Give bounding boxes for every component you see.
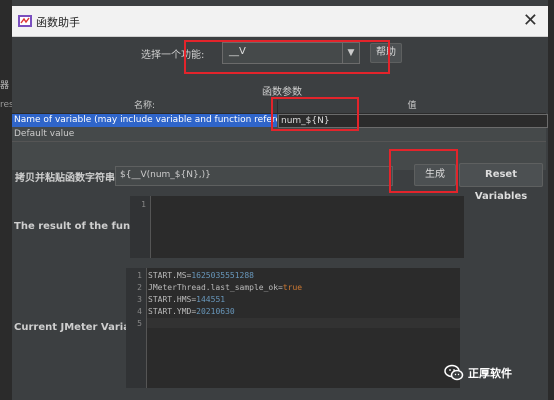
title-bar[interactable]: 函数助手 ✕ (12, 6, 548, 37)
background-left-panel: 器 res (0, 0, 14, 400)
line-number: 1 (137, 271, 142, 280)
line-number-gutter: 1 (130, 196, 151, 258)
variable-line: START.MS=1625035551288 (148, 271, 254, 280)
param-name-cell[interactable]: Name of variable (may include variable a… (12, 114, 277, 127)
line-number-gutter: 1 2 3 4 5 (126, 268, 147, 388)
function-select[interactable]: __V ▼ (222, 42, 360, 64)
variable-line: START.YMD=20210630 (148, 307, 235, 316)
jmeter-app-icon (18, 15, 32, 27)
line-number: 4 (137, 307, 142, 316)
function-select-label: 选择一个功能: (141, 50, 205, 61)
reset-variables-button[interactable]: Reset Variables (459, 163, 543, 202)
variables-editor[interactable]: 1 2 3 4 5 START.MS=1625035551288 JMeterT… (126, 268, 460, 388)
copy-string-label: 拷贝并粘贴函数字符串 (15, 173, 115, 184)
help-button[interactable]: 帮助 (370, 43, 402, 63)
function-string-field[interactable]: ${__V(num_${N},)} (115, 166, 393, 186)
table-row[interactable]: Default value (12, 128, 546, 142)
wechat-icon (444, 364, 464, 381)
generate-button[interactable]: 生成 (414, 164, 456, 186)
column-header-name: 名称: (12, 100, 278, 113)
variable-value: 1625035551288 (191, 271, 254, 280)
line-number: 1 (141, 200, 146, 209)
variable-key: START.HMS= (148, 295, 197, 304)
variable-key: START.YMD= (148, 307, 197, 316)
variable-value: true (282, 283, 303, 292)
current-line-highlight (147, 318, 460, 328)
params-table: 名称: 值 Name of variable (may include vari… (12, 100, 548, 170)
watermark: 正厚软件 (444, 364, 544, 382)
variable-line: JMeterThread.last_sample_ok=true (148, 283, 302, 292)
variable-line: START.HMS=144551 (148, 295, 225, 304)
param-value-cell[interactable]: num_${N} (278, 114, 548, 128)
result-editor[interactable]: 1 (130, 196, 464, 258)
params-label: 函数参数 (262, 87, 302, 98)
param-name-cell[interactable]: Default value (14, 128, 74, 141)
function-string-value: ${__V(num_${N},)} (120, 170, 211, 180)
variable-value: 144551 (196, 295, 226, 304)
function-helper-dialog: 函数助手 ✕ 选择一个功能: __V ▼ 帮助 函数参数 名称: 值 Name … (12, 6, 548, 400)
table-row[interactable]: Name of variable (may include variable a… (12, 114, 548, 128)
background-glyph: 器 (0, 81, 10, 91)
background-right-panel (548, 0, 554, 400)
variable-key: START.MS= (148, 271, 192, 280)
variable-value: 20210630 (196, 307, 235, 316)
background-glyph: res (0, 100, 14, 110)
watermark-text: 正厚软件 (468, 367, 512, 380)
function-select-value: __V (229, 46, 246, 57)
variable-key: JMeterThread.last_sample_ok= (148, 283, 283, 292)
dialog-title: 函数助手 (36, 16, 80, 29)
close-icon[interactable]: ✕ (523, 10, 538, 31)
table-header: 名称: 值 (12, 100, 546, 114)
line-number: 5 (137, 319, 142, 328)
dropdown-arrow-icon[interactable]: ▼ (342, 43, 359, 63)
line-number: 2 (137, 283, 142, 292)
column-header-value: 值 (407, 101, 417, 111)
line-number: 3 (137, 295, 142, 304)
